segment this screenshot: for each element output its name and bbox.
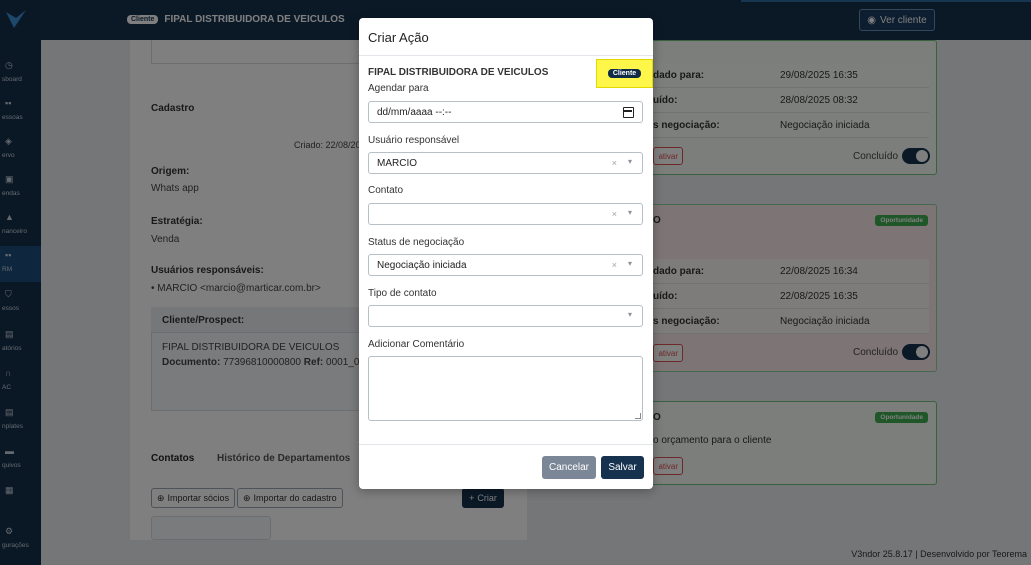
status-select[interactable]: Negociação iniciada × ▾ — [368, 254, 643, 276]
client-badge-highlight: Cliente — [596, 59, 653, 88]
modal-company-name: FIPAL DISTRIBUIDORA DE VEICULOS — [368, 67, 549, 78]
clear-icon[interactable]: × — [612, 260, 617, 270]
agendar-label: Agendar para — [368, 83, 429, 94]
cancel-button[interactable]: Cancelar — [542, 456, 596, 479]
clear-icon[interactable]: × — [612, 158, 617, 168]
contato-label: Contato — [368, 185, 404, 196]
comentario-label: Adicionar Comentário — [368, 339, 465, 350]
modal-header: Criar Ação — [359, 18, 653, 56]
tipo-contato-select[interactable]: ▾ — [368, 305, 643, 327]
resize-handle[interactable] — [635, 413, 641, 419]
tipo-contato-label: Tipo de contato — [368, 288, 437, 299]
modal-title: Criar Ação — [368, 30, 429, 45]
status-label: Status de negociação — [368, 237, 465, 248]
contato-select[interactable]: × ▾ — [368, 203, 643, 225]
client-badge: Cliente — [607, 69, 642, 78]
chevron-down-icon: ▾ — [627, 208, 632, 217]
usuario-select[interactable]: MARCIO × ▾ — [368, 152, 643, 174]
chevron-down-icon: ▾ — [627, 310, 632, 319]
clear-icon[interactable]: × — [612, 209, 617, 219]
chevron-down-icon: ▾ — [627, 259, 632, 268]
chevron-down-icon: ▾ — [627, 157, 632, 166]
criar-acao-modal: Criar Ação FIPAL DISTRIBUIDORA DE VEICUL… — [359, 18, 653, 489]
save-button[interactable]: Salvar — [601, 456, 644, 479]
calendar-icon[interactable] — [623, 107, 634, 118]
comentario-textarea[interactable] — [368, 356, 643, 421]
usuario-label: Usuário responsável — [368, 135, 460, 146]
modal-footer: Cancelar Salvar — [359, 444, 653, 489]
agendar-datetime-input[interactable]: dd/mm/aaaa --:-- — [368, 101, 643, 123]
